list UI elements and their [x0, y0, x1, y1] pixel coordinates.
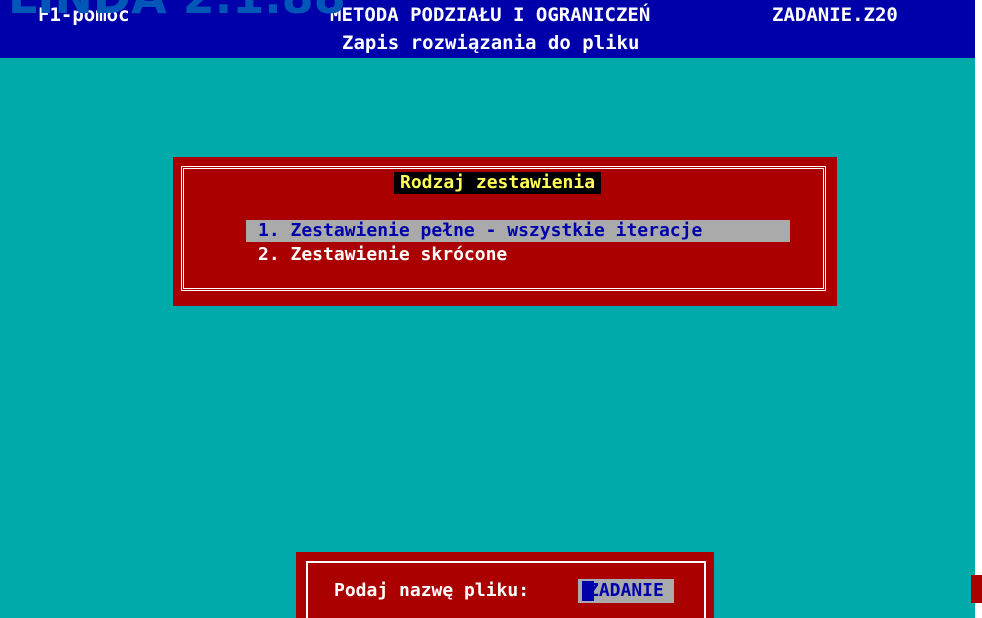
dialog-title: Rodzaj zestawienia	[394, 172, 602, 194]
option-short-report[interactable]: 2. Zestawienie skrócone	[258, 244, 507, 266]
dos-screen: F1-pomoc METODA PODZIAŁU I OGRANICZEŃ ZA…	[0, 0, 982, 618]
screen-subtitle: Zapis rozwiązania do pliku	[342, 32, 640, 54]
report-type-dialog: Rodzaj zestawienia 1. Zestawienie pełne …	[173, 157, 837, 306]
filename-label: Podaj nazwę pliku:	[334, 580, 530, 601]
edge-marker	[971, 575, 982, 603]
text-cursor	[582, 581, 594, 601]
option-full-report[interactable]: 1. Zestawienie pełne - wszystkie iteracj…	[246, 220, 790, 242]
program-title: METODA PODZIAŁU I OGRANICZEŃ	[330, 4, 651, 26]
screen-edge	[975, 0, 982, 618]
brand-logo: LINDA 2.1.88	[8, 0, 346, 20]
dialog-frame: Rodzaj zestawienia 1. Zestawienie pełne …	[181, 166, 826, 291]
task-name: ZADANIE.Z20	[772, 4, 898, 26]
filename-prompt-box: Podaj nazwę pliku: ZADANIE	[296, 552, 714, 618]
